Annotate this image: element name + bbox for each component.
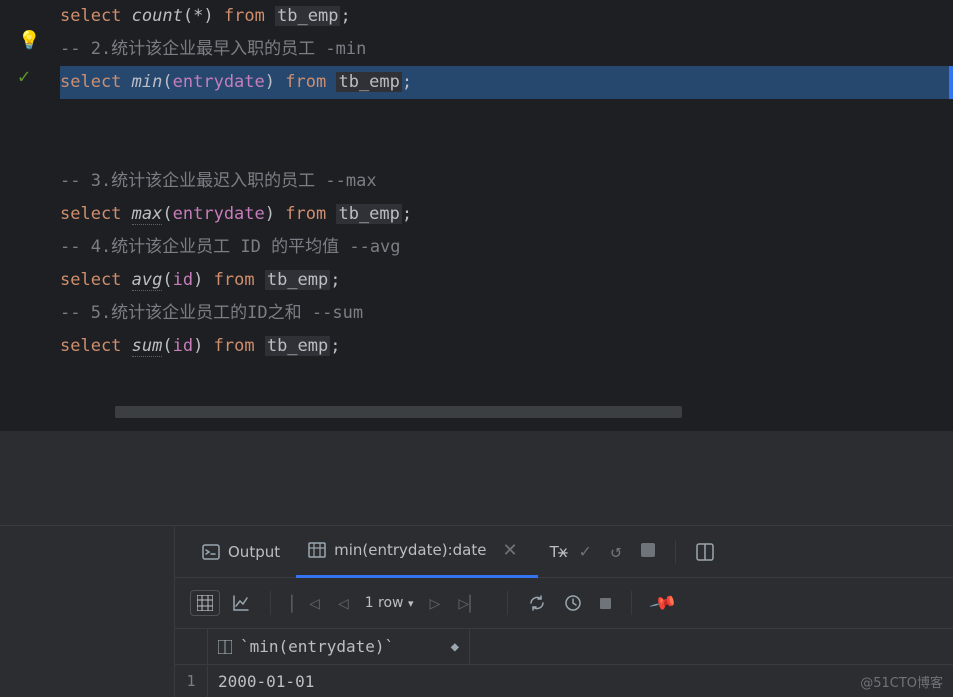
code-line[interactable]: select count(*) from tb_emp;: [60, 0, 953, 33]
auto-refresh-icon[interactable]: [558, 590, 588, 616]
intention-bulb-icon[interactable]: 💡: [18, 30, 40, 51]
tab-label: Output: [228, 543, 280, 561]
tab-result[interactable]: min(entrydate):date ✕: [296, 526, 537, 578]
rollback-icon[interactable]: ↺: [602, 541, 629, 562]
grid-row[interactable]: 1 2000-01-01: [175, 665, 953, 697]
commit-icon[interactable]: ✓: [572, 541, 599, 562]
code-line[interactable]: [60, 132, 953, 165]
stop-icon[interactable]: [633, 541, 663, 562]
last-page-icon[interactable]: ▷⎸: [452, 589, 493, 618]
results-panel: Output min(entrydate):date ✕ Tx̶ ✓ ↺: [0, 525, 953, 697]
code-line[interactable]: -- 5.统计该企业员工的ID之和 --sum: [60, 297, 953, 330]
separator: [631, 591, 632, 615]
sort-icon[interactable]: ◆: [451, 639, 459, 655]
column-header[interactable]: `min(entrydate)` ◆: [208, 629, 470, 664]
cancel-query-icon[interactable]: [594, 589, 617, 618]
code-line[interactable]: -- 2.统计该企业最早入职的员工 -min: [60, 33, 953, 66]
table-view-icon[interactable]: [190, 590, 220, 616]
row-count-label[interactable]: 1 row ▾: [361, 595, 418, 611]
close-tab-icon[interactable]: ✕: [494, 540, 525, 561]
first-page-icon[interactable]: ⎸◁: [285, 589, 326, 618]
panel-separator[interactable]: [0, 430, 953, 525]
code-line-highlighted[interactable]: select min(entrydate) from tb_emp;: [60, 66, 953, 99]
watermark: @51CTO博客: [860, 672, 943, 691]
code-editor[interactable]: 💡 ✓ select count(*) from tb_emp; -- 2.统计…: [0, 0, 953, 430]
run-success-icon[interactable]: ✓: [18, 64, 30, 88]
terminal-icon: [202, 543, 220, 561]
table-icon: [308, 541, 326, 559]
separator: [507, 591, 508, 615]
result-grid: `min(entrydate)` ◆ 1 2000-01-01: [175, 629, 953, 697]
grid-header: `min(entrydate)` ◆: [175, 629, 953, 665]
next-page-icon[interactable]: ▷: [424, 589, 447, 618]
panel-sidebar: [0, 526, 175, 697]
grid-cell[interactable]: 2000-01-01: [208, 665, 470, 697]
code-area[interactable]: select count(*) from tb_emp; -- 2.统计该企业最…: [55, 0, 953, 430]
column-type-icon: [218, 640, 232, 654]
pin-icon[interactable]: 📌: [646, 589, 680, 618]
separator: [675, 540, 676, 564]
refresh-icon[interactable]: [522, 590, 552, 616]
code-line[interactable]: -- 3.统计该企业最迟入职的员工 --max: [60, 165, 953, 198]
chart-view-icon[interactable]: [226, 590, 256, 616]
editor-gutter: 💡 ✓: [0, 0, 55, 430]
code-line[interactable]: select avg(id) from tb_emp;: [60, 264, 953, 297]
code-line[interactable]: -- 4.统计该企业员工 ID 的平均值 --avg: [60, 231, 953, 264]
tab-output[interactable]: Output: [190, 526, 292, 578]
result-tabs: Output min(entrydate):date ✕ Tx̶ ✓ ↺: [175, 526, 953, 578]
column-name: `min(entrydate)`: [240, 637, 394, 656]
code-line[interactable]: [60, 99, 953, 132]
separator: [270, 591, 271, 615]
prev-page-icon[interactable]: ◁: [332, 589, 355, 618]
code-line[interactable]: select sum(id) from tb_emp;: [60, 330, 953, 363]
tab-label: min(entrydate):date: [334, 541, 486, 559]
grid-corner[interactable]: [175, 629, 208, 664]
horizontal-scrollbar[interactable]: [115, 406, 682, 418]
row-number[interactable]: 1: [175, 665, 208, 697]
transaction-label[interactable]: Tx̶: [550, 543, 568, 561]
result-toolbar: ⎸◁ ◁ 1 row ▾ ▷ ▷⎸ 📌: [175, 578, 953, 629]
code-line[interactable]: select max(entrydate) from tb_emp;: [60, 198, 953, 231]
layout-icon[interactable]: [688, 543, 722, 561]
